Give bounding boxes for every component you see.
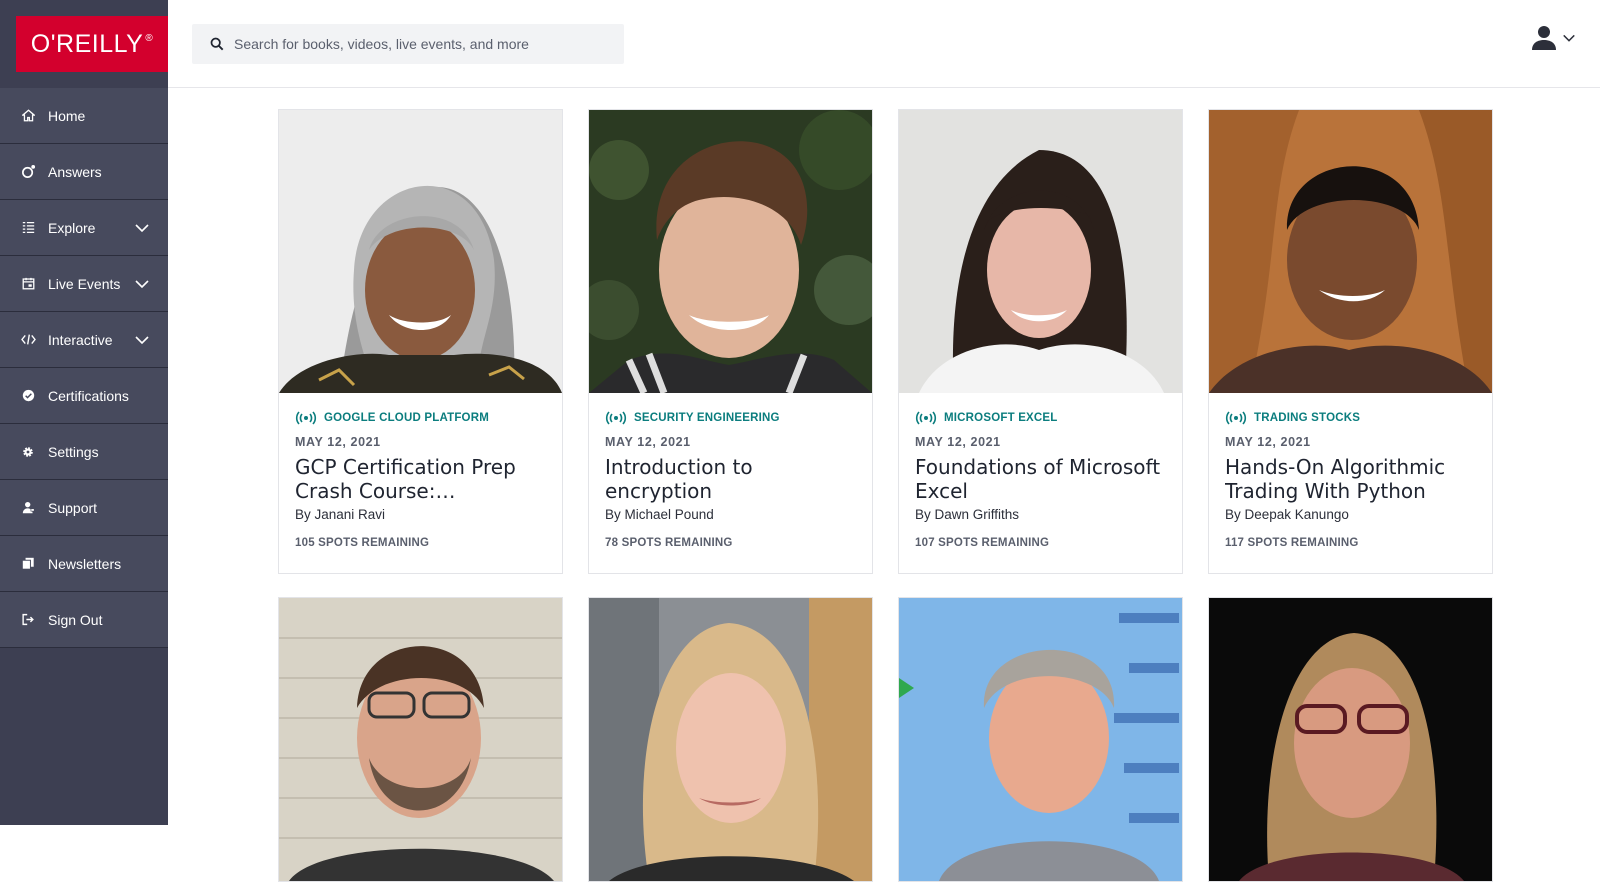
- presenter-photo[interactable]: [899, 110, 1182, 393]
- event-date: MAY 12, 2021: [1225, 435, 1311, 449]
- explore-icon: [20, 220, 36, 236]
- event-date: MAY 12, 2021: [915, 435, 1001, 449]
- presenter-photo[interactable]: [899, 598, 1182, 881]
- sidebar-item-label: Interactive: [48, 331, 113, 348]
- sidebar-item-label: Home: [48, 107, 86, 124]
- event-author: By Deepak Kanungo: [1225, 507, 1349, 522]
- calendar-icon: [20, 276, 36, 292]
- registered-mark: ®: [145, 32, 154, 44]
- sidebar-item-sign-out[interactable]: Sign Out: [0, 592, 168, 648]
- logo-text: O'REILLY: [30, 29, 144, 58]
- sidebar-item-support[interactable]: Support: [0, 480, 168, 536]
- topic-label: TRADING STOCKS: [1254, 412, 1361, 424]
- event-card[interactable]: [278, 597, 563, 882]
- event-card[interactable]: TRADING STOCKS MAY 12, 2021 Hands-On Alg…: [1208, 109, 1493, 574]
- chevron-down-icon: [135, 223, 149, 232]
- answers-icon: [20, 164, 36, 180]
- live-broadcast-icon: [295, 411, 317, 425]
- event-author: By Janani Ravi: [295, 507, 386, 522]
- event-author: By Michael Pound: [605, 507, 714, 522]
- sidebar-item-label: Support: [48, 499, 98, 516]
- live-broadcast-icon: [605, 411, 627, 425]
- sidebar-item-label: Live Events: [48, 275, 121, 292]
- badge-icon: [20, 388, 36, 404]
- sidebar-item-live-events[interactable]: Live Events: [0, 256, 168, 312]
- event-title[interactable]: Hands-On Algorithmic Trading With Python: [1225, 455, 1476, 503]
- presenter-photo[interactable]: [1209, 110, 1492, 393]
- event-card[interactable]: [588, 597, 873, 882]
- sidebar-item-settings[interactable]: Settings: [0, 424, 168, 480]
- card-body: TRADING STOCKS MAY 12, 2021 Hands-On Alg…: [1209, 393, 1492, 573]
- sidebar-item-home[interactable]: Home: [0, 88, 168, 144]
- top-header: [168, 0, 1600, 88]
- chevron-down-icon: [135, 335, 149, 344]
- newsletter-icon: [20, 556, 36, 572]
- presenter-photo[interactable]: [1209, 598, 1492, 881]
- event-card[interactable]: MICROSOFT EXCEL MAY 12, 2021 Foundations…: [898, 109, 1183, 574]
- spots-remaining: 78 SPOTS REMAINING: [605, 537, 733, 549]
- sidebar-item-answers[interactable]: Answers: [0, 144, 168, 200]
- sidebar-item-explore[interactable]: Explore: [0, 200, 168, 256]
- card-body: MICROSOFT EXCEL MAY 12, 2021 Foundations…: [899, 393, 1182, 573]
- event-topic[interactable]: GOOGLE CLOUD PLATFORM: [295, 411, 546, 425]
- home-icon: [20, 108, 36, 124]
- sidebar-item-certifications[interactable]: Certifications: [0, 368, 168, 424]
- event-title[interactable]: Foundations of Microsoft Excel: [915, 455, 1166, 503]
- sign-out-icon: [20, 612, 36, 628]
- event-card[interactable]: [898, 597, 1183, 882]
- spots-remaining: 117 SPOTS REMAINING: [1225, 537, 1359, 549]
- event-topic[interactable]: MICROSOFT EXCEL: [915, 411, 1166, 425]
- event-card[interactable]: GOOGLE CLOUD PLATFORM MAY 12, 2021 GCP C…: [278, 109, 563, 574]
- event-author: By Dawn Griffiths: [915, 507, 1020, 522]
- spots-remaining: 105 SPOTS REMAINING: [295, 537, 430, 549]
- card-body: GOOGLE CLOUD PLATFORM MAY 12, 2021 GCP C…: [279, 393, 562, 573]
- sidebar-item-newsletters[interactable]: Newsletters: [0, 536, 168, 592]
- event-date: MAY 12, 2021: [605, 435, 691, 449]
- sidebar-item-label: Sign Out: [48, 611, 103, 628]
- event-title[interactable]: GCP Certification Prep Crash Course: Pro…: [295, 455, 546, 503]
- presenter-photo[interactable]: [589, 598, 872, 881]
- event-topic[interactable]: TRADING STOCKS: [1225, 411, 1476, 425]
- chevron-down-icon: [1563, 34, 1575, 42]
- sidebar-nav: Home Answers Explore Live Events Interac…: [0, 88, 168, 648]
- event-topic[interactable]: SECURITY ENGINEERING: [605, 411, 856, 425]
- sidebar-item-label: Explore: [48, 219, 96, 236]
- sidebar-item-label: Certifications: [48, 387, 129, 404]
- presenter-photo[interactable]: [589, 110, 872, 393]
- topic-label: GOOGLE CLOUD PLATFORM: [324, 412, 489, 424]
- user-menu[interactable]: [1530, 22, 1576, 54]
- sidebar-item-interactive[interactable]: Interactive: [0, 312, 168, 368]
- event-card[interactable]: SECURITY ENGINEERING MAY 12, 2021 Introd…: [588, 109, 873, 574]
- event-date: MAY 12, 2021: [295, 435, 381, 449]
- presenter-photo[interactable]: [279, 598, 562, 881]
- event-card[interactable]: [1208, 597, 1493, 882]
- search-input[interactable]: [234, 36, 614, 52]
- event-title[interactable]: Introduction to encryption: [605, 455, 856, 503]
- sidebar: O'REILLY ® Home Answers Explore Live Eve…: [0, 0, 168, 825]
- spots-remaining: 107 SPOTS REMAINING: [915, 537, 1050, 549]
- topic-label: SECURITY ENGINEERING: [634, 412, 780, 424]
- user-avatar-icon: [1532, 26, 1556, 50]
- gear-icon: [20, 444, 36, 460]
- live-broadcast-icon: [1225, 411, 1247, 425]
- card-body: SECURITY ENGINEERING MAY 12, 2021 Introd…: [589, 393, 872, 573]
- support-icon: [20, 500, 36, 516]
- search-icon: [210, 37, 224, 51]
- live-broadcast-icon: [915, 411, 937, 425]
- topic-label: MICROSOFT EXCEL: [944, 412, 1058, 424]
- sidebar-item-label: Newsletters: [48, 555, 122, 572]
- chevron-down-icon: [135, 279, 149, 288]
- search-bar[interactable]: [192, 24, 624, 64]
- sidebar-item-label: Settings: [48, 443, 99, 460]
- code-icon: [20, 332, 36, 348]
- sidebar-item-label: Answers: [48, 163, 102, 180]
- oreilly-logo[interactable]: O'REILLY ®: [16, 16, 168, 72]
- presenter-photo[interactable]: [279, 110, 562, 393]
